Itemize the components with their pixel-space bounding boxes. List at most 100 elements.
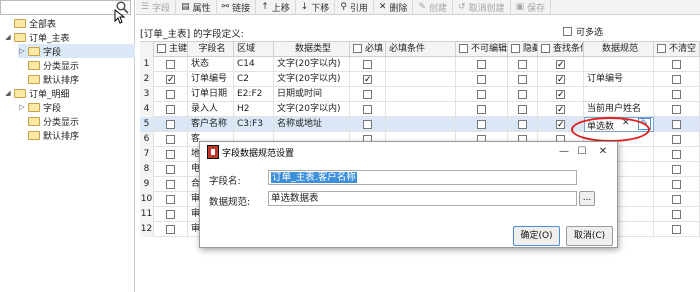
tree-node[interactable]: ▷ 字段 bbox=[18, 44, 135, 58]
type-cell[interactable]: 文字(20字以内) bbox=[274, 72, 350, 87]
noclr-checkbox[interactable] bbox=[672, 75, 681, 84]
area-cell[interactable]: C14 bbox=[234, 57, 274, 72]
column-header[interactable]: 不清空 bbox=[654, 42, 700, 57]
noclr-checkbox[interactable] bbox=[672, 105, 681, 114]
type-cell[interactable]: 名称或地址 bbox=[274, 117, 350, 132]
nonedit-checkbox[interactable] bbox=[477, 105, 486, 114]
header-checkbox[interactable] bbox=[541, 44, 550, 53]
column-header[interactable]: 必填条件 bbox=[386, 42, 456, 57]
area-cell[interactable]: H2 bbox=[234, 102, 274, 117]
checkbox-cell[interactable] bbox=[654, 102, 700, 117]
checkbox-cell[interactable] bbox=[538, 57, 584, 72]
checkbox-cell[interactable] bbox=[154, 192, 188, 207]
checkbox-cell[interactable] bbox=[654, 72, 700, 87]
checkbox-cell[interactable] bbox=[456, 57, 508, 72]
hide-checkbox[interactable] bbox=[518, 90, 527, 99]
toolbar-button[interactable]: ↑ 上移 bbox=[256, 0, 296, 15]
condition-cell[interactable] bbox=[386, 87, 456, 102]
checkbox-cell[interactable] bbox=[154, 132, 188, 147]
nonedit-checkbox[interactable] bbox=[477, 120, 486, 129]
condition-cell[interactable] bbox=[386, 72, 456, 87]
table-row[interactable]: 1 状态 C14 文字(20字以内) bbox=[140, 57, 700, 72]
checkbox-cell[interactable] bbox=[456, 87, 508, 102]
checkbox-cell[interactable] bbox=[154, 117, 188, 132]
condition-cell[interactable] bbox=[386, 57, 456, 72]
expand-toggle-icon[interactable]: ▷ bbox=[18, 103, 26, 111]
checkbox-cell[interactable] bbox=[154, 102, 188, 117]
column-header[interactable]: 字段名 bbox=[188, 42, 234, 57]
toolbar-button[interactable]: ⚯ 链接 bbox=[217, 0, 257, 15]
tree-node[interactable]: ◢ 订单_主表 bbox=[4, 30, 135, 44]
checkbox-cell[interactable] bbox=[154, 177, 188, 192]
header-checkbox[interactable] bbox=[353, 44, 362, 53]
noclr-checkbox[interactable] bbox=[672, 60, 681, 69]
find-checkbox[interactable] bbox=[556, 118, 565, 132]
maximize-button[interactable]: ☐ bbox=[575, 145, 589, 159]
pk-checkbox[interactable] bbox=[166, 120, 175, 129]
checkbox-cell[interactable] bbox=[350, 117, 386, 132]
find-checkbox[interactable] bbox=[556, 103, 565, 117]
data-norm-input[interactable]: 单选数据表 bbox=[268, 191, 577, 206]
req-checkbox[interactable] bbox=[363, 90, 372, 99]
checkbox-cell[interactable] bbox=[508, 57, 538, 72]
norm-cell[interactable] bbox=[584, 87, 654, 102]
multi-select-option[interactable]: 可多选 bbox=[563, 25, 603, 38]
checkbox-cell[interactable] bbox=[456, 72, 508, 87]
find-checkbox[interactable] bbox=[556, 88, 565, 102]
pk-checkbox[interactable] bbox=[166, 210, 175, 219]
name-cell[interactable]: 订单编号 bbox=[188, 72, 234, 87]
condition-cell[interactable] bbox=[386, 117, 456, 132]
tree-search-input[interactable] bbox=[0, 0, 131, 15]
pk-checkbox[interactable] bbox=[166, 195, 175, 204]
pk-checkbox[interactable] bbox=[166, 225, 175, 234]
ok-button[interactable]: 确定(O) bbox=[513, 226, 560, 246]
tree-node[interactable]: ◢ 订单_明细 bbox=[4, 86, 135, 100]
req-checkbox[interactable] bbox=[363, 120, 372, 129]
checkbox-cell[interactable] bbox=[154, 207, 188, 222]
tree-node[interactable]: 分类显示 bbox=[18, 114, 135, 128]
field-name-input[interactable]: 订单_主表.客户名称 bbox=[268, 170, 577, 185]
toolbar-button[interactable]: ✕ 删除 bbox=[374, 0, 414, 15]
minimize-button[interactable]: — bbox=[557, 145, 571, 159]
toolbar-button[interactable]: ☰ 字段 bbox=[136, 0, 177, 15]
condition-cell[interactable] bbox=[386, 102, 456, 117]
checkbox-cell[interactable] bbox=[654, 117, 700, 132]
checkbox-cell[interactable] bbox=[154, 57, 188, 72]
tree-node[interactable]: 默认排序 bbox=[18, 72, 135, 86]
noclr-checkbox[interactable] bbox=[672, 150, 681, 159]
toolbar-button[interactable]: ↓ 下移 bbox=[296, 0, 336, 15]
checkbox-cell[interactable] bbox=[154, 222, 188, 237]
nonedit-checkbox[interactable] bbox=[477, 75, 486, 84]
noclr-checkbox[interactable] bbox=[672, 195, 681, 204]
checkbox-cell[interactable] bbox=[154, 87, 188, 102]
column-header[interactable] bbox=[140, 42, 154, 57]
checkbox-cell[interactable] bbox=[654, 177, 700, 192]
pk-checkbox[interactable] bbox=[166, 135, 175, 144]
pk-checkbox[interactable] bbox=[166, 180, 175, 189]
type-cell[interactable]: 文字(20字以内) bbox=[274, 102, 350, 117]
checkbox-cell[interactable] bbox=[456, 102, 508, 117]
checkbox-cell[interactable] bbox=[154, 162, 188, 177]
expand-toggle-icon[interactable]: ◢ bbox=[4, 89, 12, 97]
pk-checkbox[interactable] bbox=[166, 60, 175, 69]
type-cell[interactable]: 文字(20字以内) bbox=[274, 57, 350, 72]
area-cell[interactable]: E2:F2 bbox=[234, 87, 274, 102]
checkbox-cell[interactable] bbox=[154, 72, 188, 87]
column-header[interactable]: 数据规范 bbox=[584, 42, 654, 57]
tree-node[interactable]: 默认排序 bbox=[18, 128, 135, 142]
noclr-checkbox[interactable] bbox=[672, 180, 681, 189]
norm-cell[interactable]: 订单编号 bbox=[584, 72, 654, 87]
checkbox-cell[interactable] bbox=[538, 102, 584, 117]
checkbox-cell[interactable] bbox=[508, 87, 538, 102]
header-checkbox[interactable] bbox=[157, 44, 166, 53]
checkbox-cell[interactable] bbox=[350, 87, 386, 102]
expand-toggle-icon[interactable]: ◢ bbox=[4, 33, 12, 41]
toolbar-button[interactable]: ▣ 保存 bbox=[511, 0, 552, 15]
name-cell[interactable]: 订单日期 bbox=[188, 87, 234, 102]
pk-checkbox[interactable] bbox=[166, 165, 175, 174]
checkbox-cell[interactable] bbox=[654, 87, 700, 102]
header-checkbox[interactable] bbox=[459, 44, 468, 53]
header-checkbox[interactable] bbox=[511, 44, 520, 53]
checkbox-cell[interactable] bbox=[538, 87, 584, 102]
expand-toggle-icon[interactable]: ▷ bbox=[18, 47, 26, 55]
